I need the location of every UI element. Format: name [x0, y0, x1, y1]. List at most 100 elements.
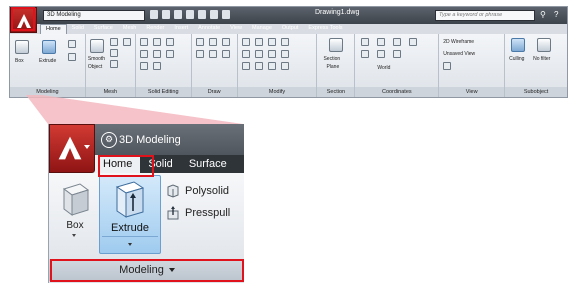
fillet-edge-icon[interactable]: [139, 50, 148, 58]
zoomed-application-button[interactable]: [49, 124, 95, 173]
zoomed-ribbon: ⚙ 3D Modeling Home Solid Surface Box Ext…: [48, 124, 244, 283]
autocad-logo-icon: [58, 136, 82, 160]
open-icon[interactable]: [162, 10, 170, 19]
arc-icon[interactable]: [195, 50, 204, 58]
visual-style-dropdown[interactable]: 2D Wireframe: [443, 39, 474, 45]
scale-icon[interactable]: [267, 38, 276, 46]
ucs-origin-icon[interactable]: [377, 50, 386, 58]
tab-express-tools[interactable]: Express Tools: [303, 24, 347, 34]
tab-mesh[interactable]: Mesh: [118, 24, 141, 34]
chevron-down-icon[interactable]: [72, 234, 76, 237]
panel-title-draw[interactable]: Draw: [191, 87, 237, 97]
mirror-icon[interactable]: [280, 38, 289, 46]
explode-icon[interactable]: [267, 62, 276, 70]
chevron-down-icon[interactable]: [128, 243, 132, 246]
tab-insert[interactable]: Insert: [169, 24, 193, 34]
panel-title-section[interactable]: Section: [317, 87, 355, 97]
offset-icon[interactable]: [267, 50, 276, 58]
view-cube-icon[interactable]: [443, 62, 452, 70]
trim-icon[interactable]: [280, 50, 289, 58]
culling-icon[interactable]: [511, 38, 526, 52]
slice-icon[interactable]: [152, 50, 161, 58]
panel-title-modify[interactable]: Modify: [237, 87, 317, 97]
shell-icon[interactable]: [139, 62, 148, 70]
application-button[interactable]: [10, 7, 37, 33]
box-button[interactable]: Box: [55, 181, 95, 237]
tab-view[interactable]: View: [225, 24, 247, 34]
new-icon[interactable]: [150, 10, 158, 19]
panel-title-modeling[interactable]: Modeling: [10, 87, 85, 97]
tab-manage[interactable]: Manage: [247, 24, 277, 34]
mesh-tool-icon[interactable]: [122, 38, 131, 46]
zoomed-workspace-switcher[interactable]: ⚙ 3D Modeling: [101, 130, 181, 150]
align-icon[interactable]: [254, 62, 263, 70]
extrude-button[interactable]: Extrude: [99, 175, 161, 254]
print-icon[interactable]: [198, 10, 206, 19]
tab-solid[interactable]: Solid: [140, 155, 180, 173]
presspull-button[interactable]: Presspull: [166, 205, 230, 221]
intersect-icon[interactable]: [165, 38, 174, 46]
hatch-icon[interactable]: [221, 50, 230, 58]
union-icon[interactable]: [139, 38, 148, 46]
array-icon[interactable]: [254, 50, 263, 58]
help-icon[interactable]: ?: [554, 10, 563, 19]
move-icon[interactable]: [241, 38, 250, 46]
polyline-icon[interactable]: [208, 38, 217, 46]
gear-icon: ⚙: [101, 132, 117, 148]
panel-title-subobject[interactable]: Subobject: [505, 87, 567, 97]
ucs-icon[interactable]: [361, 38, 370, 46]
presspull-icon[interactable]: [68, 53, 76, 61]
binoculars-icon[interactable]: ⚲: [540, 10, 549, 19]
mesh-tool-icon[interactable]: [109, 38, 118, 46]
separate-icon[interactable]: [165, 50, 174, 58]
split-button-divider: [102, 236, 158, 237]
polysolid-button[interactable]: Polysolid: [166, 183, 229, 199]
taper-icon[interactable]: [152, 62, 161, 70]
mesh-tool-icon[interactable]: [109, 60, 118, 68]
world-label[interactable]: World: [377, 65, 390, 71]
stretch-icon[interactable]: [241, 62, 250, 70]
redo-icon[interactable]: [222, 10, 230, 19]
tab-surface[interactable]: Surface: [181, 155, 235, 173]
tab-home[interactable]: Home: [40, 24, 67, 34]
box-icon[interactable]: [15, 40, 29, 54]
rectangle-icon[interactable]: [208, 50, 217, 58]
ucs-z-icon[interactable]: [361, 50, 370, 58]
save-as-icon[interactable]: [186, 10, 194, 19]
copy-icon[interactable]: [241, 50, 250, 58]
rotate-icon[interactable]: [254, 38, 263, 46]
undo-icon[interactable]: [210, 10, 218, 19]
panel-coordinates: World Coordinates: [355, 34, 440, 97]
panel-title-view[interactable]: View: [439, 87, 505, 97]
named-view-dropdown[interactable]: Unsaved View: [443, 51, 475, 57]
tab-solid[interactable]: Solid: [67, 24, 89, 34]
culling-label: Culling: [509, 56, 525, 62]
search-input[interactable]: Type a keyword or phrase: [435, 10, 535, 21]
tab-output[interactable]: Output: [277, 24, 304, 34]
extrude-icon: [115, 181, 145, 218]
workspace-dropdown[interactable]: 3D Modeling: [43, 10, 145, 21]
tab-annotate[interactable]: Annotate: [193, 24, 225, 34]
polysolid-icon[interactable]: [68, 40, 76, 48]
tab-render[interactable]: Render: [141, 24, 169, 34]
smooth-object-icon[interactable]: [89, 39, 104, 53]
extrude-icon[interactable]: [42, 40, 56, 54]
no-filter-icon[interactable]: [537, 38, 552, 52]
section-plane-icon[interactable]: [329, 38, 344, 52]
tab-surface[interactable]: Surface: [89, 24, 118, 34]
panel-title-modeling[interactable]: Modeling: [49, 259, 244, 281]
circle-icon[interactable]: [221, 38, 230, 46]
save-icon[interactable]: [174, 10, 182, 19]
mesh-tool-icon[interactable]: [109, 49, 118, 57]
ucs-view-icon[interactable]: [393, 50, 402, 58]
ucs-y-icon[interactable]: [409, 38, 418, 46]
tab-home[interactable]: Home: [95, 155, 141, 173]
panel-title-solid-editing[interactable]: Solid Editing: [135, 87, 191, 97]
subtract-icon[interactable]: [152, 38, 161, 46]
ucs-x-icon[interactable]: [393, 38, 402, 46]
panel-title-mesh[interactable]: Mesh: [85, 87, 135, 97]
line-icon[interactable]: [195, 38, 204, 46]
erase-icon[interactable]: [280, 62, 289, 70]
ucs-world-icon[interactable]: [377, 38, 386, 46]
panel-title-coordinates[interactable]: Coordinates: [355, 87, 439, 97]
